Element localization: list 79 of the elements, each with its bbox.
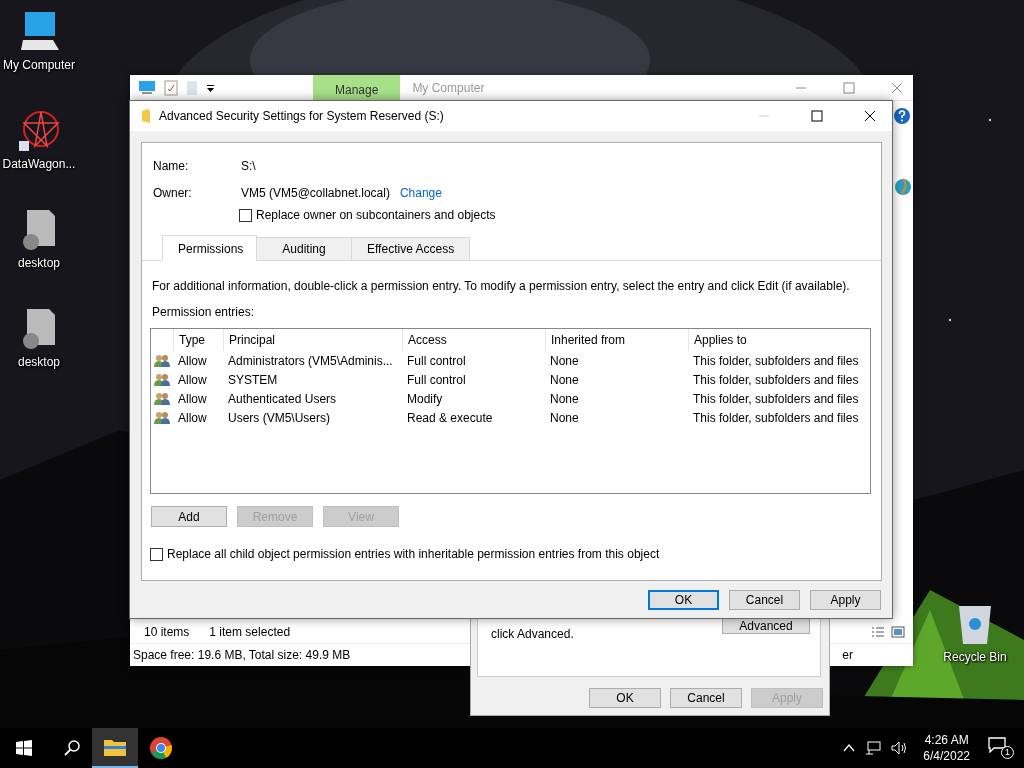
table-cell-text: This folder, subfolders and files (692, 372, 860, 387)
column-header[interactable]: Applies to (688, 329, 868, 351)
windows-logo-icon[interactable] (16, 740, 32, 756)
window-title: Advanced Security Settings for System Reserved (S:) (159, 109, 444, 123)
icon-label: My Computer (3, 58, 75, 72)
table-cell-text: Modify (406, 391, 444, 406)
window-title: My Computer (412, 80, 485, 95)
table-cell-text: Allow (177, 410, 208, 425)
dropdown-icon[interactable] (206, 82, 215, 93)
browser-icon (150, 737, 172, 759)
table-cell-text: Allow (177, 353, 208, 368)
icon-label: DataWagon... (2, 157, 76, 171)
search-icon[interactable] (64, 740, 80, 756)
dialog-button[interactable]: OK (648, 590, 719, 610)
table-cell-text: Authenticated Users (227, 391, 338, 406)
column-header[interactable]: Inherited from (545, 329, 688, 351)
dialog-button[interactable]: Cancel (729, 590, 800, 610)
info-text: For additional information, double-click a permission entry. To modify a permission entry, select the entry and click Edit (if available). (152, 279, 851, 293)
icon-label: desktop (18, 256, 60, 270)
users-icon (154, 391, 170, 406)
table-cell-text: None (549, 353, 580, 368)
change-link[interactable]: Change (399, 186, 442, 200)
field-label: Name: (153, 159, 190, 173)
tab[interactable]: Auditing (256, 237, 352, 260)
table-cell-text: This folder, subfolders and files (692, 391, 860, 406)
table-cell-text: Users (VM5\Users) (227, 410, 331, 425)
checkbox[interactable] (239, 208, 252, 222)
folder-icon (141, 109, 151, 123)
table-cell-text: Allow (177, 372, 208, 387)
column-header[interactable]: Access (402, 329, 545, 351)
checkbox[interactable] (150, 547, 163, 561)
maximize-icon[interactable] (811, 110, 823, 122)
clock[interactable]: 4:26 AM 6/4/2022 (923, 732, 970, 764)
icon-label: desktop (18, 355, 60, 369)
taskbar-app[interactable] (92, 728, 138, 768)
table-cell-text: This folder, subfolders and files (692, 410, 860, 425)
field-value: VM5 (VM5@collabnet.local) (241, 186, 390, 200)
help-icon[interactable] (894, 108, 910, 124)
selection-count: 1 item selected (209, 625, 291, 639)
table-cell-text: None (549, 410, 580, 425)
network-icon[interactable] (865, 741, 882, 755)
table-cell-text: Read & execute (406, 410, 494, 425)
dialog-button[interactable]: Apply (810, 590, 881, 610)
column-header[interactable]: Type (173, 329, 223, 351)
section-label: Permission entries: (152, 305, 256, 319)
tab[interactable]: Effective Access (351, 237, 471, 260)
field-label: Owner: (153, 186, 193, 200)
status-text: er (842, 648, 853, 662)
icon-label: Recycle Bin (943, 650, 1007, 664)
users-icon (154, 372, 170, 387)
app-icon[interactable] (17, 109, 61, 153)
folder-icon (104, 738, 126, 756)
dialog-button[interactable]: Cancel (670, 688, 742, 708)
table-cell-text: SYSTEM (227, 372, 279, 387)
table-cell-text: Administrators (VM5\Adminis... (227, 353, 394, 368)
ribbon-tab[interactable]: Manage (313, 75, 401, 100)
globe-icon[interactable] (895, 177, 911, 197)
table-cell-text: None (549, 372, 580, 387)
hint-text: click Advanced. (491, 627, 574, 641)
column-header[interactable]: Principal (223, 329, 402, 351)
tab[interactable]: Permissions (162, 235, 257, 261)
properties-icon[interactable] (164, 79, 178, 96)
space-info: Space free: 19.6 MB, Total size: 49.9 MB (133, 648, 351, 662)
table-cell-text: Allow (177, 391, 208, 406)
dialog-button[interactable]: OK (589, 688, 661, 708)
checkbox-label: Replace all child object permission entries with inheritable permission entries from this object (167, 547, 660, 561)
thumbnail-view-icon[interactable] (891, 626, 905, 638)
users-icon (154, 410, 170, 425)
item-count: 10 items (144, 625, 190, 639)
table-cell-text: Full control (406, 353, 467, 368)
table-cell-text: Full control (406, 372, 467, 387)
table-cell-text: This folder, subfolders and files (692, 353, 860, 368)
close-icon[interactable] (864, 110, 876, 122)
checkbox-label: Replace owner on subcontainers and objects (256, 208, 496, 222)
field-value: S:\ (241, 159, 256, 173)
users-icon (154, 353, 170, 368)
chevron-up-icon[interactable] (843, 744, 856, 752)
table-cell-text: None (549, 391, 580, 406)
action-button[interactable]: Add (151, 506, 227, 527)
